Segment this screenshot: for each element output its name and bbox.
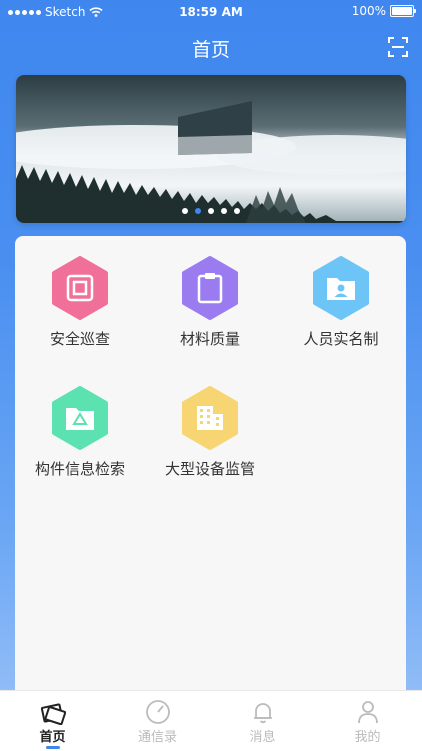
carousel-indicator[interactable]	[16, 208, 406, 214]
battery-icon	[390, 5, 416, 17]
carousel-dot[interactable]	[234, 208, 240, 214]
grid-item-material-quality[interactable]: 材料质量	[145, 236, 275, 348]
tab-label: 消息	[249, 730, 276, 745]
grid-item-label: 材料质量	[179, 330, 240, 348]
tab-profile[interactable]: 我的	[315, 691, 420, 751]
active-tab-indicator	[46, 746, 60, 749]
building-icon	[182, 386, 238, 450]
tab-label: 我的	[354, 730, 381, 745]
security-patrol-icon	[52, 256, 108, 320]
grid-item-component-search[interactable]: 构件信息检索	[15, 366, 145, 478]
grid-item-label: 大型设备监管	[164, 460, 255, 478]
tab-home[interactable]: 首页	[0, 691, 105, 751]
carousel-dot[interactable]	[182, 208, 188, 214]
clipboard-icon	[182, 256, 238, 320]
banner-carousel[interactable]	[16, 75, 406, 223]
grid-item-safety-patrol[interactable]: 安全巡查	[15, 236, 145, 348]
tab-label: 通信录	[137, 730, 177, 745]
home-icon	[40, 703, 66, 725]
page-title: 首页	[191, 39, 230, 61]
tab-contacts[interactable]: 通信录	[105, 691, 210, 751]
grid-item-staff-realname[interactable]: 人员实名制	[276, 236, 406, 348]
user-icon	[358, 701, 378, 724]
tab-messages[interactable]: 消息	[210, 691, 315, 751]
grid-item-label: 人员实名制	[303, 330, 379, 348]
grid-item-label: 安全巡查	[49, 330, 110, 348]
scan-icon[interactable]	[388, 37, 408, 57]
carousel-dot[interactable]	[221, 208, 227, 214]
nav-bar: 首页	[0, 24, 422, 70]
status-bar: Sketch 18:59 AM 100%	[0, 0, 422, 24]
banner-image	[16, 75, 406, 223]
carousel-dot-active[interactable]	[195, 208, 201, 214]
compass-icon	[146, 700, 170, 724]
grid-item-equipment-supervision[interactable]: 大型设备监管	[145, 366, 275, 478]
person-folder-icon	[313, 256, 369, 320]
grid-item-label: 构件信息检索	[34, 460, 125, 478]
bell-icon	[254, 703, 272, 724]
battery-group: 100%	[351, 4, 416, 18]
feature-grid: 安全巡查 材料质量 人员实名制 构件信息检索 大型设备监管	[15, 236, 406, 706]
tab-bar: 首页 通信录 消息 我的	[0, 690, 422, 751]
recycle-folder-icon	[52, 386, 108, 450]
carousel-dot[interactable]	[208, 208, 214, 214]
tab-label: 首页	[39, 730, 66, 745]
battery-percent: 100%	[351, 4, 386, 18]
